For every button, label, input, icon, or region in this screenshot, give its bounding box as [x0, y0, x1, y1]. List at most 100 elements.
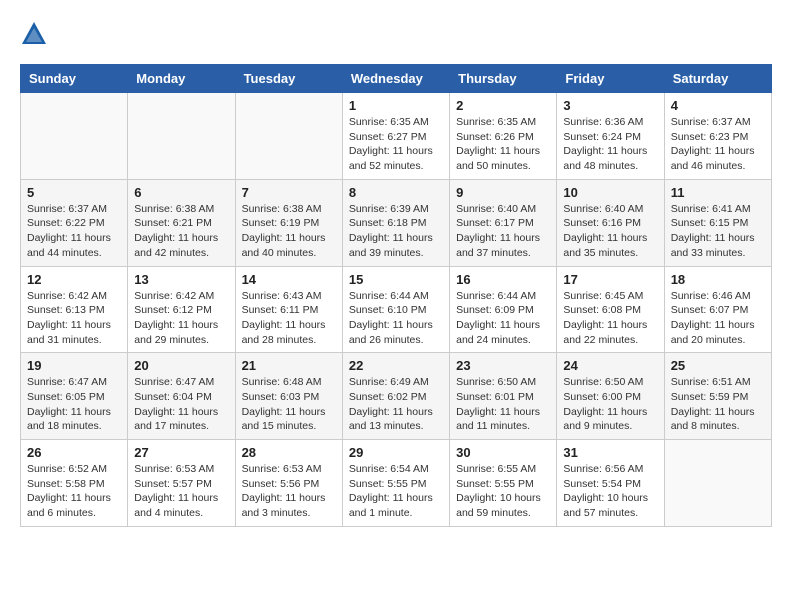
day-info: Sunrise: 6:50 AM Sunset: 6:01 PM Dayligh…	[456, 375, 550, 434]
day-info: Sunrise: 6:40 AM Sunset: 6:16 PM Dayligh…	[563, 202, 657, 261]
calendar-cell: 8 Sunrise: 6:39 AM Sunset: 6:18 PM Daylig…	[342, 179, 449, 266]
calendar-cell: 1 Sunrise: 6:35 AM Sunset: 6:27 PM Daylig…	[342, 93, 449, 180]
day-number: 18	[671, 272, 765, 287]
weekday-header-sunday: Sunday	[21, 65, 128, 93]
day-info: Sunrise: 6:47 AM Sunset: 6:05 PM Dayligh…	[27, 375, 121, 434]
day-info: Sunrise: 6:56 AM Sunset: 5:54 PM Dayligh…	[563, 462, 657, 521]
calendar-cell: 23Sunrise: 6:50 AM Sunset: 6:01 PM Dayli…	[450, 353, 557, 440]
day-number: 26	[27, 445, 121, 460]
day-info: Sunrise: 6:41 AM Sunset: 6:15 PM Dayligh…	[671, 202, 765, 261]
calendar-cell: 6 Sunrise: 6:38 AM Sunset: 6:21 PM Daylig…	[128, 179, 235, 266]
day-number: 9	[456, 185, 550, 200]
calendar-cell: 4 Sunrise: 6:37 AM Sunset: 6:23 PM Daylig…	[664, 93, 771, 180]
day-number: 27	[134, 445, 228, 460]
weekday-header-friday: Friday	[557, 65, 664, 93]
calendar-cell: 24Sunrise: 6:50 AM Sunset: 6:00 PM Dayli…	[557, 353, 664, 440]
day-info: Sunrise: 6:39 AM Sunset: 6:18 PM Dayligh…	[349, 202, 443, 261]
day-number: 5	[27, 185, 121, 200]
day-info: Sunrise: 6:47 AM Sunset: 6:04 PM Dayligh…	[134, 375, 228, 434]
day-number: 19	[27, 358, 121, 373]
day-number: 30	[456, 445, 550, 460]
day-info: Sunrise: 6:53 AM Sunset: 5:56 PM Dayligh…	[242, 462, 336, 521]
logo	[20, 20, 52, 48]
day-info: Sunrise: 6:42 AM Sunset: 6:12 PM Dayligh…	[134, 289, 228, 348]
day-number: 12	[27, 272, 121, 287]
day-number: 10	[563, 185, 657, 200]
day-info: Sunrise: 6:48 AM Sunset: 6:03 PM Dayligh…	[242, 375, 336, 434]
day-info: Sunrise: 6:42 AM Sunset: 6:13 PM Dayligh…	[27, 289, 121, 348]
calendar-cell: 29 Sunrise: 6:54 AM Sunset: 5:55 PM Dayli…	[342, 440, 449, 527]
calendar-table: SundayMondayTuesdayWednesdayThursdayFrid…	[20, 64, 772, 527]
calendar-cell: 12 Sunrise: 6:42 AM Sunset: 6:13 PM Dayli…	[21, 266, 128, 353]
calendar-cell: 25Sunrise: 6:51 AM Sunset: 5:59 PM Dayli…	[664, 353, 771, 440]
calendar-cell: 14 Sunrise: 6:43 AM Sunset: 6:11 PM Dayli…	[235, 266, 342, 353]
weekday-header-monday: Monday	[128, 65, 235, 93]
calendar-cell	[128, 93, 235, 180]
calendar-cell: 17 Sunrise: 6:45 AM Sunset: 6:08 PM Dayli…	[557, 266, 664, 353]
day-info: Sunrise: 6:54 AM Sunset: 5:55 PM Dayligh…	[349, 462, 443, 521]
day-number: 29	[349, 445, 443, 460]
day-info: Sunrise: 6:45 AM Sunset: 6:08 PM Dayligh…	[563, 289, 657, 348]
week-row-5: 26 Sunrise: 6:52 AM Sunset: 5:58 PM Dayli…	[21, 440, 772, 527]
day-info: Sunrise: 6:44 AM Sunset: 6:10 PM Dayligh…	[349, 289, 443, 348]
calendar-cell: 19 Sunrise: 6:47 AM Sunset: 6:05 PM Dayli…	[21, 353, 128, 440]
day-info: Sunrise: 6:53 AM Sunset: 5:57 PM Dayligh…	[134, 462, 228, 521]
calendar-cell	[235, 93, 342, 180]
week-row-3: 12 Sunrise: 6:42 AM Sunset: 6:13 PM Dayli…	[21, 266, 772, 353]
day-number: 17	[563, 272, 657, 287]
day-number: 21	[242, 358, 336, 373]
calendar-cell: 16Sunrise: 6:44 AM Sunset: 6:09 PM Dayli…	[450, 266, 557, 353]
day-number: 11	[671, 185, 765, 200]
day-info: Sunrise: 6:52 AM Sunset: 5:58 PM Dayligh…	[27, 462, 121, 521]
day-number: 2	[456, 98, 550, 113]
calendar-cell: 7 Sunrise: 6:38 AM Sunset: 6:19 PM Daylig…	[235, 179, 342, 266]
calendar-cell: 22Sunrise: 6:49 AM Sunset: 6:02 PM Dayli…	[342, 353, 449, 440]
day-number: 25	[671, 358, 765, 373]
day-number: 7	[242, 185, 336, 200]
day-info: Sunrise: 6:46 AM Sunset: 6:07 PM Dayligh…	[671, 289, 765, 348]
calendar-cell: 27 Sunrise: 6:53 AM Sunset: 5:57 PM Dayli…	[128, 440, 235, 527]
calendar-cell: 21 Sunrise: 6:48 AM Sunset: 6:03 PM Dayli…	[235, 353, 342, 440]
day-info: Sunrise: 6:38 AM Sunset: 6:19 PM Dayligh…	[242, 202, 336, 261]
day-info: Sunrise: 6:40 AM Sunset: 6:17 PM Dayligh…	[456, 202, 550, 261]
calendar-cell: 5 Sunrise: 6:37 AM Sunset: 6:22 PM Daylig…	[21, 179, 128, 266]
calendar-cell: 30 Sunrise: 6:55 AM Sunset: 5:55 PM Dayli…	[450, 440, 557, 527]
day-number: 13	[134, 272, 228, 287]
calendar-cell: 10 Sunrise: 6:40 AM Sunset: 6:16 PM Dayli…	[557, 179, 664, 266]
day-number: 1	[349, 98, 443, 113]
day-info: Sunrise: 6:43 AM Sunset: 6:11 PM Dayligh…	[242, 289, 336, 348]
weekday-header-wednesday: Wednesday	[342, 65, 449, 93]
calendar-cell: 9 Sunrise: 6:40 AM Sunset: 6:17 PM Daylig…	[450, 179, 557, 266]
calendar-cell: 15 Sunrise: 6:44 AM Sunset: 6:10 PM Dayli…	[342, 266, 449, 353]
day-info: Sunrise: 6:36 AM Sunset: 6:24 PM Dayligh…	[563, 115, 657, 174]
week-row-1: 1 Sunrise: 6:35 AM Sunset: 6:27 PM Daylig…	[21, 93, 772, 180]
day-info: Sunrise: 6:55 AM Sunset: 5:55 PM Dayligh…	[456, 462, 550, 521]
day-number: 22	[349, 358, 443, 373]
day-number: 6	[134, 185, 228, 200]
day-info: Sunrise: 6:37 AM Sunset: 6:22 PM Dayligh…	[27, 202, 121, 261]
calendar-cell: 13 Sunrise: 6:42 AM Sunset: 6:12 PM Dayli…	[128, 266, 235, 353]
calendar-cell: 31 Sunrise: 6:56 AM Sunset: 5:54 PM Dayli…	[557, 440, 664, 527]
day-number: 24	[563, 358, 657, 373]
weekday-header-tuesday: Tuesday	[235, 65, 342, 93]
calendar-cell	[21, 93, 128, 180]
calendar-cell: 2 Sunrise: 6:35 AM Sunset: 6:26 PM Daylig…	[450, 93, 557, 180]
day-info: Sunrise: 6:38 AM Sunset: 6:21 PM Dayligh…	[134, 202, 228, 261]
calendar-cell	[664, 440, 771, 527]
day-info: Sunrise: 6:44 AM Sunset: 6:09 PM Dayligh…	[456, 289, 550, 348]
weekday-header-saturday: Saturday	[664, 65, 771, 93]
day-info: Sunrise: 6:37 AM Sunset: 6:23 PM Dayligh…	[671, 115, 765, 174]
day-number: 15	[349, 272, 443, 287]
day-number: 4	[671, 98, 765, 113]
day-number: 20	[134, 358, 228, 373]
calendar-cell: 28 Sunrise: 6:53 AM Sunset: 5:56 PM Dayli…	[235, 440, 342, 527]
weekday-header-thursday: Thursday	[450, 65, 557, 93]
day-number: 8	[349, 185, 443, 200]
week-row-4: 19 Sunrise: 6:47 AM Sunset: 6:05 PM Dayli…	[21, 353, 772, 440]
day-info: Sunrise: 6:35 AM Sunset: 6:26 PM Dayligh…	[456, 115, 550, 174]
calendar-cell: 18 Sunrise: 6:46 AM Sunset: 6:07 PM Dayli…	[664, 266, 771, 353]
day-number: 31	[563, 445, 657, 460]
day-number: 28	[242, 445, 336, 460]
day-number: 14	[242, 272, 336, 287]
day-info: Sunrise: 6:35 AM Sunset: 6:27 PM Dayligh…	[349, 115, 443, 174]
